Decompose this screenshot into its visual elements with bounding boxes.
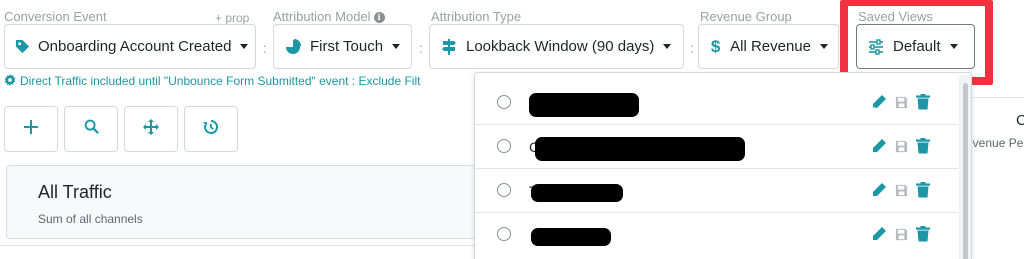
all-traffic-title: All Traffic [38, 182, 112, 202]
radio-button[interactable] [497, 183, 511, 197]
conversion-event-dropdown[interactable]: Onboarding Account Created [4, 24, 256, 69]
edit-icon[interactable] [871, 226, 887, 247]
search-button[interactable] [64, 106, 118, 152]
all-traffic-subtitle: Sum of all channels [38, 212, 143, 226]
conversion-event-value: Onboarding Account Created [38, 38, 232, 55]
edit-icon[interactable] [871, 94, 887, 115]
info-icon[interactable]: i [373, 12, 385, 23]
right-panel-subheader: evenue Pe [966, 136, 1024, 150]
filter-separator: : [690, 40, 694, 56]
attribution-model-dropdown[interactable]: First Touch [273, 24, 412, 69]
attribution-type-value: Lookback Window (90 days) [466, 38, 655, 55]
save-icon[interactable] [895, 140, 908, 158]
saved-views-menu: C T [474, 72, 972, 259]
chevron-down-icon [663, 44, 672, 49]
redacted-block [529, 93, 639, 117]
gear-icon[interactable] [4, 74, 16, 86]
redacted-block [531, 228, 611, 246]
saved-view-item[interactable] [475, 81, 959, 125]
radio-button[interactable] [497, 95, 511, 109]
saved-view-item[interactable]: T [475, 169, 959, 213]
history-button[interactable] [184, 106, 238, 152]
attribution-model-label: Attribution Model i [273, 9, 385, 24]
saved-view-item[interactable] [475, 213, 959, 257]
revenue-group-label: Revenue Group [700, 9, 792, 24]
revenue-group-value: All Revenue [730, 38, 811, 55]
redacted-block [535, 137, 745, 161]
traffic-note: Direct Traffic included until "Unbounce … [4, 74, 474, 88]
filter-separator: : [263, 40, 267, 56]
attribution-model-label-text: Attribution Model [273, 9, 371, 24]
saved-view-actions [871, 226, 930, 247]
signpost-icon [440, 38, 458, 56]
edit-icon[interactable] [871, 182, 887, 203]
radio-button[interactable] [497, 227, 511, 241]
save-icon[interactable] [895, 184, 908, 202]
delete-icon[interactable] [916, 94, 930, 115]
search-icon [84, 119, 99, 139]
chevron-down-icon [240, 44, 249, 49]
conversion-event-label: Conversion Event [4, 9, 107, 24]
edit-icon[interactable] [871, 138, 887, 159]
saved-view-actions [871, 138, 930, 159]
move-button[interactable] [124, 106, 178, 152]
save-icon[interactable] [895, 96, 908, 114]
pie-chart-icon [284, 38, 302, 56]
attribution-type-dropdown[interactable]: Lookback Window (90 days) [429, 24, 684, 69]
add-icon [24, 119, 38, 139]
delete-icon[interactable] [916, 182, 930, 203]
radio-button[interactable] [497, 139, 511, 153]
saved-view-actions [871, 182, 930, 203]
filter-separator: : [419, 40, 423, 56]
move-icon [143, 118, 159, 140]
attribution-report: Conversion Event + prop Attribution Mode… [0, 0, 1024, 259]
dollar-icon: $ [710, 36, 721, 56]
scrollbar-thumb[interactable] [963, 83, 968, 259]
saved-view-item[interactable]: C [475, 125, 959, 169]
delete-icon[interactable] [916, 138, 930, 159]
add-prop-link[interactable]: + prop [215, 11, 249, 25]
history-icon [203, 119, 219, 140]
attribution-model-value: First Touch [310, 38, 384, 55]
saved-view-actions [871, 94, 930, 115]
revenue-group-dropdown[interactable]: $ All Revenue [698, 24, 839, 69]
delete-icon[interactable] [916, 226, 930, 247]
traffic-note-text: Direct Traffic included until "Unbounce … [20, 74, 421, 88]
save-icon[interactable] [895, 228, 908, 246]
chevron-down-icon [392, 44, 401, 49]
chevron-down-icon [820, 44, 828, 49]
attribution-type-label: Attribution Type [431, 9, 522, 24]
tag-icon [15, 38, 30, 56]
redacted-block [531, 184, 623, 202]
add-button[interactable] [4, 106, 58, 152]
all-traffic-row[interactable]: All Traffic Sum of all channels [6, 165, 476, 239]
right-panel-header: C [1016, 112, 1024, 129]
